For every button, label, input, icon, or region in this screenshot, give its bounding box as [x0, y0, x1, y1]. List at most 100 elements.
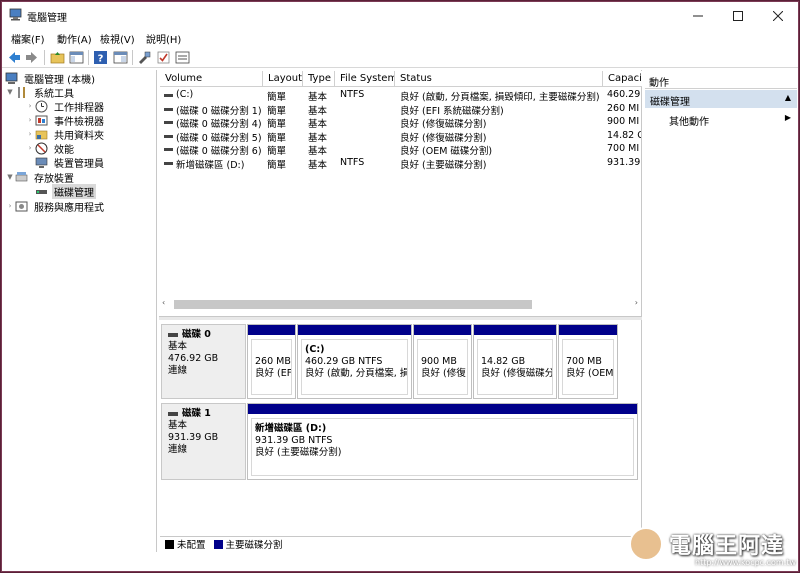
help-icon[interactable]: ? — [93, 50, 108, 65]
tree-item-root[interactable]: 電腦管理 (本機) — [5, 71, 97, 86]
cell-capacity: 900 MI — [607, 116, 640, 128]
tree-item-storage[interactable]: ▼ 存放裝置 — [5, 170, 76, 185]
tree-label: 存放裝置 — [34, 173, 74, 185]
up-folder-icon[interactable] — [50, 50, 65, 65]
column-header-type[interactable]: Type — [303, 71, 335, 87]
maximize-icon — [733, 10, 743, 21]
expand-chevron-icon[interactable]: › — [25, 144, 35, 152]
horizontal-scrollbar[interactable]: ‹ › — [160, 298, 640, 311]
legend-unallocated: 未配置 — [177, 540, 206, 551]
cell-status: 良好 (啟動, 分頁檔案, 損毀傾印, 主要磁碟分割) — [400, 92, 600, 103]
table-row[interactable]: (磁碟 0 磁碟分割 4) 簡單 基本 良好 (修復磁碟分割) 900 MI — [159, 116, 642, 131]
table-row[interactable]: (磁碟 0 磁碟分割 6) 簡單 基本 良好 (OEM 磁碟分割) 700 MI — [159, 143, 642, 158]
disk-size: 931.39 GB — [168, 432, 219, 443]
actions-pane: 動作 磁碟管理 ▲ 其他動作 ▶ — [645, 70, 797, 552]
partition-name — [255, 344, 288, 356]
menu-help[interactable]: 說明(H) — [146, 31, 181, 46]
table-row[interactable]: (磁碟 0 磁碟分割 1) 簡單 基本 良好 (EFI 系統磁碟分割) 260 MI — [159, 103, 642, 117]
connect-icon[interactable] — [137, 50, 152, 65]
disk-graphic-area: 磁碟 0 基本 476.92 GB 連線 260 MB 良好 (EFI (C:)… — [160, 320, 640, 532]
maximize-button[interactable] — [719, 2, 757, 29]
cell-status: 良好 (OEM 磁碟分割) — [400, 146, 493, 158]
cell-layout: 簡單 — [267, 119, 287, 131]
tree-label: 電腦管理 (本機) — [24, 74, 95, 86]
collapse-chevron-icon[interactable]: ▼ — [5, 88, 15, 96]
tree-item-disk-management[interactable]: 磁碟管理 — [35, 183, 96, 199]
tree-item-system-tools[interactable]: ▼ 系統工具 — [5, 85, 76, 100]
action-more-actions[interactable]: 其他動作 ▶ — [645, 110, 797, 128]
menu-view[interactable]: 檢視(V) — [100, 31, 135, 46]
partition-name — [481, 344, 549, 356]
tree-item-performance[interactable]: › 效能 — [25, 141, 76, 156]
tree-item-task-scheduler[interactable]: › 工作排程器 — [25, 99, 106, 114]
close-button[interactable] — [759, 2, 797, 29]
expand-chevron-icon[interactable]: › — [25, 102, 35, 110]
properties-icon[interactable] — [113, 50, 128, 65]
cell-layout: 簡單 — [267, 105, 287, 117]
partition-name: (C:) — [305, 344, 325, 355]
expand-chevron-icon[interactable]: › — [25, 130, 35, 138]
partition-recovery-5[interactable]: 14.82 GB 良好 (修復磁碟分 — [473, 324, 557, 399]
partition-status: 良好 (啟動, 分頁檔案, 損 — [305, 368, 408, 379]
tree-item-device-manager[interactable]: 裝置管理員 — [35, 155, 106, 170]
disk-size: 476.92 GB — [168, 353, 219, 364]
partition-recovery-4[interactable]: 900 MB 良好 (修復​ — [413, 324, 472, 399]
partition-oem[interactable]: 700 MB 良好 (OEM — [558, 324, 618, 399]
cell-layout: 簡單 — [267, 132, 287, 144]
volume-icon — [164, 94, 173, 97]
column-header-status[interactable]: Status — [395, 71, 603, 87]
minimize-icon — [693, 15, 703, 16]
partition-name — [421, 344, 464, 356]
tree-item-event-viewer[interactable]: › 事件檢視器 — [25, 113, 106, 128]
partition-d[interactable]: 新增磁碟區 (D:) 931.39 GB NTFS 良好 (主要磁碟分割) — [247, 403, 638, 480]
cell-type: 基本 — [308, 105, 328, 117]
clock-icon — [35, 100, 48, 112]
partition-status: 良好 (修復​ — [421, 368, 466, 379]
computer-management-icon — [9, 8, 22, 21]
actions-section-disk-management[interactable]: 磁碟管理 ▲ — [645, 90, 797, 108]
cell-volume: (磁碟 0 磁碟分割 4) — [176, 119, 262, 131]
cell-type: 基本 — [308, 160, 328, 171]
tree-item-shared-folders[interactable]: › 共用資料夾 — [25, 127, 106, 142]
scroll-right-icon[interactable]: › — [635, 298, 638, 307]
legend-primary: 主要磁碟分割 — [225, 540, 283, 551]
cell-capacity: 931.39 — [607, 157, 641, 168]
list-view-icon[interactable] — [175, 50, 190, 65]
toolbar-separator — [44, 50, 45, 65]
disk-1-label[interactable]: 磁碟 1 基本 931.39 GB 連線 — [161, 403, 246, 480]
table-row[interactable]: (磁碟 0 磁碟分割 5) 簡單 基本 良好 (修復磁碟分割) 14.82 C — [159, 130, 642, 144]
partition-status: 良好 (EFI — [255, 368, 292, 379]
menu-file[interactable]: 檔案(F) — [11, 31, 45, 46]
menu-action[interactable]: 動作(A) — [57, 31, 92, 46]
column-header-capacity[interactable]: Capaci — [603, 71, 642, 87]
back-arrow-icon[interactable] — [7, 50, 22, 65]
column-header-volume[interactable]: Volume — [160, 71, 263, 87]
disk-0-label[interactable]: 磁碟 0 基本 476.92 GB 連線 — [161, 324, 246, 399]
disk-name: 磁碟 1 — [182, 408, 211, 419]
scrollbar-thumb[interactable] — [174, 300, 532, 309]
minimize-button[interactable] — [679, 2, 717, 29]
show-hide-tree-icon[interactable] — [69, 50, 84, 65]
volume-icon — [164, 121, 173, 125]
collapse-chevron-icon[interactable]: ▼ — [5, 173, 15, 181]
column-header-layout[interactable]: Layout — [263, 71, 303, 87]
window-title: 電腦管理 — [27, 13, 67, 24]
tree-label: 服務與應用程式 — [34, 202, 104, 214]
event-viewer-icon — [35, 115, 48, 125]
collapse-up-icon[interactable]: ▲ — [785, 93, 791, 102]
watermark-url: http://www.kocpc.com.tw — [695, 558, 796, 567]
expand-chevron-icon[interactable]: › — [5, 202, 15, 210]
table-row[interactable]: 新增磁碟區 (D:) 簡單 基本 NTFS 良好 (主要磁碟分割) 931.39 — [159, 157, 642, 171]
table-row[interactable]: (C:) 簡單 基本 NTFS 良好 (啟動, 分頁檔案, 損毀傾印, 主要磁碟分割) 4… — [159, 89, 642, 103]
partition-name — [566, 344, 610, 356]
partition-legend: 未配置 主要磁碟分割 — [160, 536, 640, 551]
scroll-left-icon[interactable]: ‹ — [162, 298, 165, 307]
partition-efi[interactable]: 260 MB 良好 (EFI — [247, 324, 296, 399]
tree-item-services[interactable]: › 服務與應用程式 — [5, 199, 106, 214]
partition-c[interactable]: (C:) 460.29 GB NTFS 良好 (啟動, 分頁檔案, 損 — [297, 324, 412, 399]
column-header-file-system[interactable]: File System — [335, 71, 395, 87]
watermark: 電腦王阿達 http://www.kocpc.com.tw — [625, 525, 800, 573]
expand-chevron-icon[interactable]: › — [25, 116, 35, 124]
forward-arrow-icon[interactable] — [24, 50, 39, 65]
check-icon[interactable] — [156, 50, 171, 65]
